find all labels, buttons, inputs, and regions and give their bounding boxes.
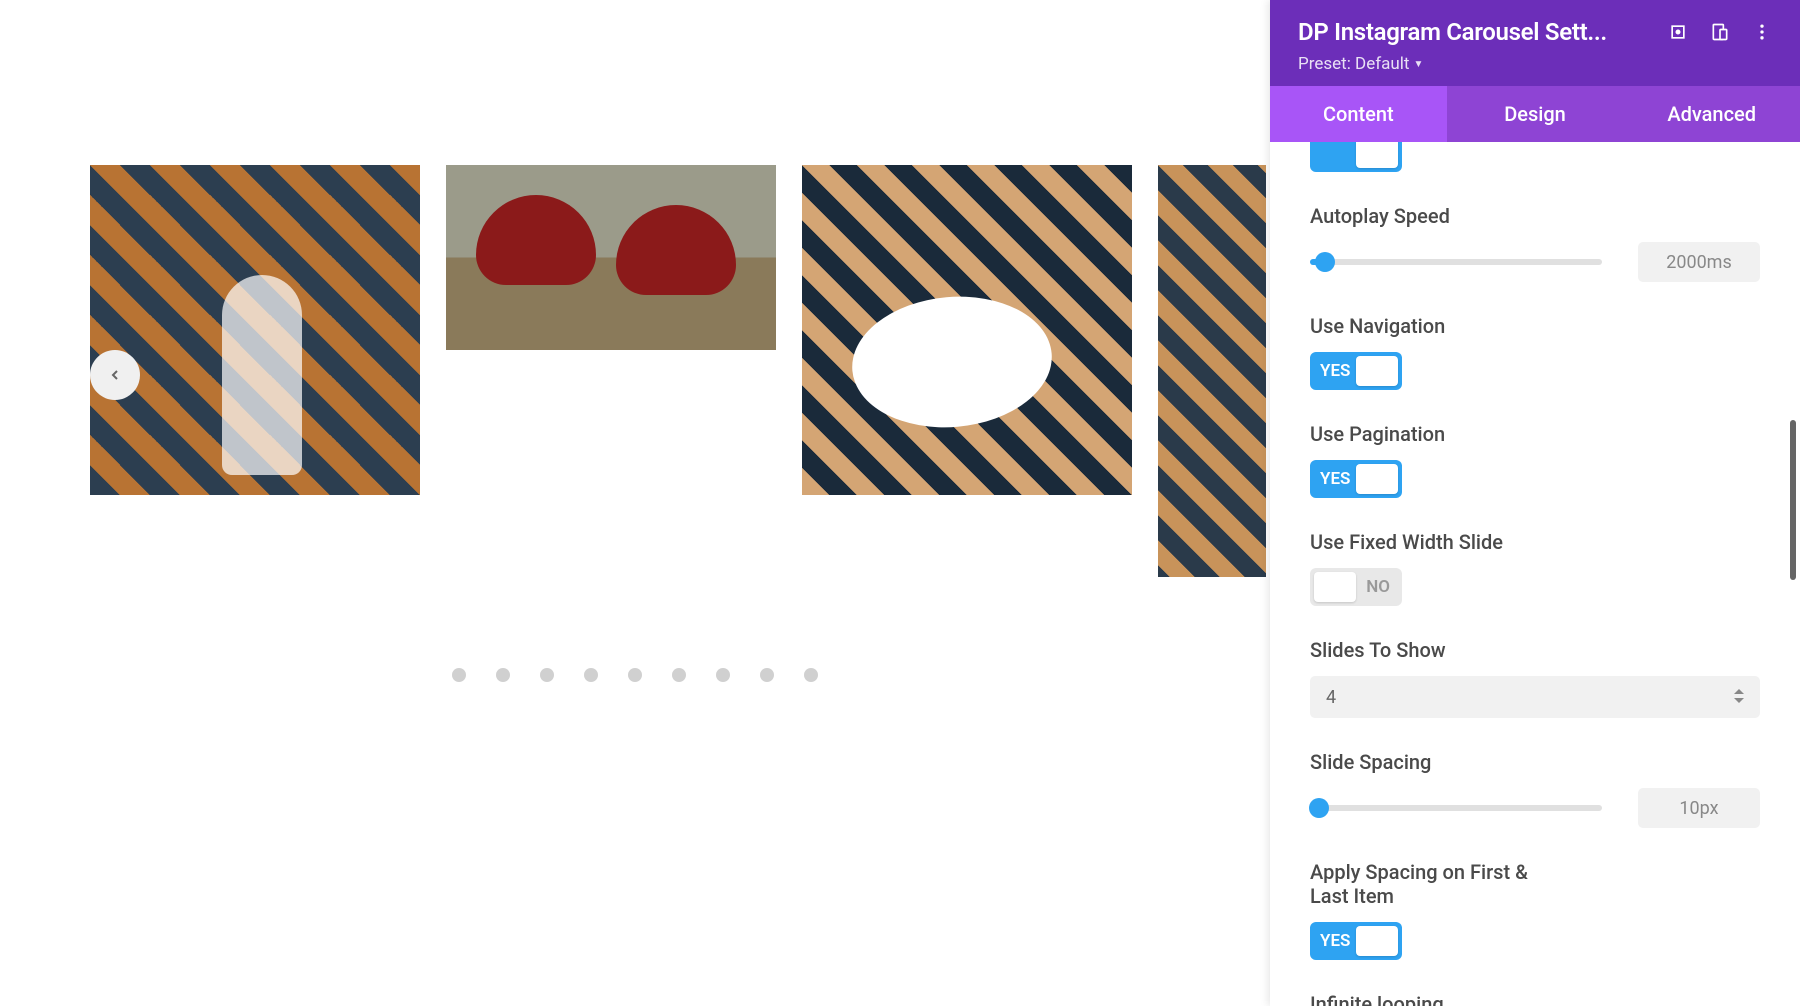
- tab-design[interactable]: Design: [1447, 86, 1624, 142]
- scrollbar[interactable]: [1790, 420, 1796, 580]
- select-caret-icon: [1734, 687, 1744, 708]
- tab-content[interactable]: Content: [1270, 86, 1447, 142]
- carousel-slide[interactable]: [446, 165, 776, 577]
- use-navigation-label: Use Navigation: [1310, 314, 1760, 338]
- responsive-icon[interactable]: [1710, 22, 1730, 42]
- slides-to-show-select[interactable]: 4: [1310, 676, 1760, 718]
- settings-sidebar: DP Instagram Carousel Sett... Preset: De…: [1270, 0, 1800, 1006]
- settings-body[interactable]: Autoplay Speed 2000ms Use Navigation YES: [1270, 142, 1800, 1006]
- preview-canvas: [0, 0, 1270, 1006]
- toggle-text: YES: [1320, 469, 1350, 489]
- carousel-prev-button[interactable]: [90, 350, 140, 400]
- expand-icon[interactable]: [1668, 22, 1688, 42]
- preset-text: Preset: Default: [1298, 54, 1409, 74]
- more-menu-icon[interactable]: [1752, 22, 1772, 42]
- sidebar-header: DP Instagram Carousel Sett... Preset: De…: [1270, 0, 1800, 86]
- tab-advanced[interactable]: Advanced: [1623, 86, 1800, 142]
- settings-tabs: ContentDesignAdvanced: [1270, 86, 1800, 142]
- use-navigation-toggle[interactable]: YES: [1310, 352, 1402, 390]
- pagination-dot[interactable]: [584, 668, 598, 682]
- toggle-text: YES: [1320, 361, 1350, 381]
- use-pagination-label: Use Pagination: [1310, 422, 1760, 446]
- pagination-dot[interactable]: [496, 668, 510, 682]
- autoplay-speed-slider[interactable]: [1310, 259, 1602, 265]
- apply-spacing-toggle[interactable]: YES: [1310, 922, 1402, 960]
- carousel-pagination: [452, 668, 818, 682]
- slide-spacing-value[interactable]: 10px: [1638, 788, 1760, 828]
- slides-to-show-label: Slides To Show: [1310, 638, 1760, 662]
- use-pagination-toggle[interactable]: YES: [1310, 460, 1402, 498]
- pagination-dot[interactable]: [804, 668, 818, 682]
- pagination-dot[interactable]: [452, 668, 466, 682]
- preset-selector[interactable]: Preset: Default ▼: [1298, 54, 1772, 74]
- caret-down-icon: ▼: [1413, 59, 1423, 70]
- autoplay-speed-value[interactable]: 2000ms: [1638, 242, 1760, 282]
- pagination-dot[interactable]: [540, 668, 554, 682]
- apply-spacing-label: Apply Spacing on First & Last Item: [1310, 860, 1570, 908]
- pagination-dot[interactable]: [628, 668, 642, 682]
- toggle-text: NO: [1366, 577, 1390, 597]
- slide-spacing-label: Slide Spacing: [1310, 750, 1760, 774]
- carousel-slide[interactable]: [1158, 165, 1266, 577]
- autoplay-speed-label: Autoplay Speed: [1310, 204, 1760, 228]
- use-fixed-width-toggle[interactable]: NO: [1310, 568, 1402, 606]
- pagination-dot[interactable]: [760, 668, 774, 682]
- pagination-dot[interactable]: [716, 668, 730, 682]
- slider-thumb[interactable]: [1309, 798, 1329, 818]
- pagination-dot[interactable]: [672, 668, 686, 682]
- toggle-text: YES: [1320, 931, 1350, 951]
- infinite-looping-label: Infinite looping: [1310, 992, 1760, 1006]
- slider-thumb[interactable]: [1315, 252, 1335, 272]
- carousel: [90, 165, 1270, 577]
- carousel-track: [90, 165, 1270, 577]
- chevron-left-icon: [107, 367, 123, 383]
- slide-spacing-slider[interactable]: [1310, 805, 1602, 811]
- use-fixed-width-label: Use Fixed Width Slide: [1310, 530, 1760, 554]
- toggle-partial-top[interactable]: [1310, 142, 1402, 172]
- select-value: 4: [1326, 687, 1336, 708]
- panel-title: DP Instagram Carousel Sett...: [1298, 18, 1607, 46]
- carousel-slide[interactable]: [802, 165, 1132, 577]
